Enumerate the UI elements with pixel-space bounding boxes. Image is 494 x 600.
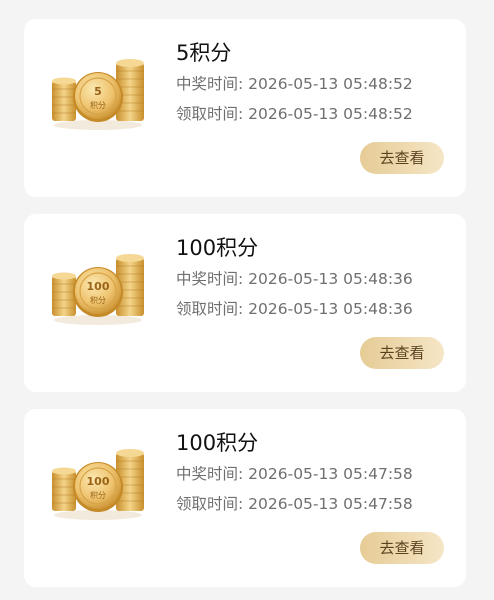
reward-record-card: 5 积分 5积分 中奖时间: 2026-05-13 05:48:52 领取时间:… — [24, 19, 466, 197]
coin-unit-label: 积分 — [90, 295, 106, 305]
win-time: 中奖时间: 2026-05-13 05:47:58 — [176, 465, 413, 483]
claim-time: 领取时间: 2026-05-13 05:48:36 — [176, 300, 413, 318]
win-time: 中奖时间: 2026-05-13 05:48:52 — [176, 75, 413, 93]
coin-unit-label: 积分 — [90, 490, 106, 500]
reward-title: 100积分 — [176, 431, 259, 455]
coin-amount-label: 5 — [94, 85, 102, 98]
view-button[interactable]: 去查看 — [360, 142, 444, 174]
coin-unit-label: 积分 — [90, 100, 106, 110]
reward-title: 5积分 — [176, 41, 232, 65]
claim-time: 领取时间: 2026-05-13 05:48:52 — [176, 105, 413, 123]
coin-amount-label: 100 — [87, 280, 110, 293]
reward-record-card: 100 积分 100积分 中奖时间: 2026-05-13 05:47:58 领… — [24, 409, 466, 587]
view-button[interactable]: 去查看 — [360, 532, 444, 564]
coin-stack-icon: 100 积分 — [52, 449, 144, 520]
view-button[interactable]: 去查看 — [360, 337, 444, 369]
claim-time: 领取时间: 2026-05-13 05:47:58 — [176, 495, 413, 513]
coin-stack-icon: 100 积分 — [52, 254, 144, 325]
reward-record-card: 100 积分 100积分 中奖时间: 2026-05-13 05:48:36 领… — [24, 214, 466, 392]
coin-stack-icon: 5 积分 — [52, 59, 144, 130]
coin-amount-label: 100 — [87, 475, 110, 488]
reward-title: 100积分 — [176, 236, 259, 260]
win-time: 中奖时间: 2026-05-13 05:48:36 — [176, 270, 413, 288]
